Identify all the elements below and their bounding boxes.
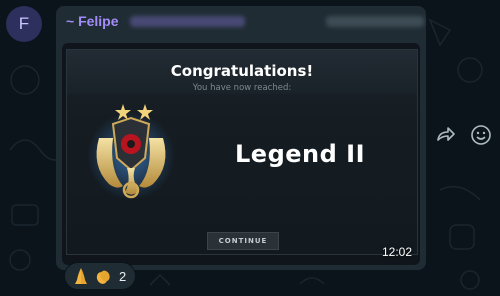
message-time: 12:02	[381, 245, 412, 259]
folded-hands-emoji	[75, 268, 87, 284]
reaction-count: 2	[119, 268, 127, 284]
rank-name: Legend II	[235, 140, 366, 168]
forward-icon[interactable]	[436, 125, 456, 143]
message-bubble[interactable]: ~ Felipe Congratulations! You have now r…	[56, 6, 426, 270]
rank-medal-icon	[87, 104, 175, 200]
sender-name[interactable]: ~ Felipe	[66, 13, 119, 29]
image-attachment[interactable]: Congratulations! You have now reached: L…	[62, 43, 420, 265]
continue-button: CONTINUE	[207, 232, 279, 250]
sender-row: ~ Felipe	[66, 13, 424, 31]
reactions-pill[interactable]: 2	[64, 262, 136, 290]
congrats-title: Congratulations!	[170, 62, 314, 80]
game-screenshot-panel: Congratulations! You have now reached: L…	[66, 49, 418, 255]
game-header: Congratulations! You have now reached:	[67, 50, 417, 94]
congrats-subtitle: You have now reached:	[192, 83, 292, 93]
sender-avatar[interactable]: F	[6, 6, 42, 42]
emoji-reaction-icon[interactable]	[470, 124, 492, 146]
redacted-phone-blur	[326, 16, 424, 27]
redacted-name-blur	[130, 16, 245, 27]
clapping-hands-emoji	[96, 270, 110, 284]
avatar-letter: F	[18, 14, 30, 33]
